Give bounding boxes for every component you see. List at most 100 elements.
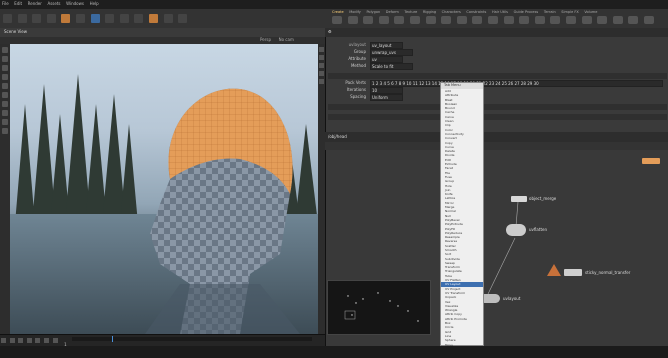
param-field-attribute[interactable]: uv (370, 56, 403, 63)
perspective-menu[interactable]: Persp (260, 37, 271, 42)
view-icon[interactable] (2, 110, 8, 116)
camera-menu[interactable]: No cam (279, 37, 294, 42)
tab-scene-view[interactable]: Scene View (4, 29, 27, 34)
timeline-scrubber[interactable] (72, 337, 312, 341)
view-tool-icon[interactable] (90, 14, 100, 23)
move-tool-icon[interactable] (17, 14, 27, 23)
shelf-tab-guide[interactable]: Guide Process (514, 10, 539, 14)
camera-icon[interactable] (597, 16, 608, 24)
move-icon[interactable] (2, 56, 8, 62)
font-icon[interactable] (519, 16, 530, 24)
lighting-icon[interactable] (319, 71, 324, 76)
snap-grid-icon[interactable] (105, 14, 115, 23)
tab-parameters[interactable]: ⚙ (328, 29, 332, 34)
path-icon[interactable] (487, 16, 498, 24)
scale-icon[interactable] (2, 74, 8, 80)
tube-icon[interactable] (363, 16, 374, 24)
snap-point-icon[interactable] (119, 14, 129, 23)
camera-tool-icon[interactable] (2, 119, 8, 125)
menu-assets[interactable]: Assets (47, 1, 60, 6)
sphere-icon[interactable] (347, 16, 358, 24)
3d-viewport[interactable] (10, 44, 318, 334)
step-forward-icon[interactable] (43, 338, 49, 343)
shelf-tab-terrain[interactable]: Terrain (544, 10, 556, 14)
circle-icon[interactable] (441, 16, 452, 24)
stop-icon[interactable] (26, 338, 32, 343)
curve-icon[interactable] (456, 16, 467, 24)
param-field-pack-verts[interactable]: 1 2 3 4 5 6 7 8 9 10 11 12 13 14 15 16 1… (370, 80, 663, 87)
select-tool-icon[interactable] (3, 14, 12, 23)
play-icon[interactable] (35, 338, 41, 343)
file-icon[interactable] (581, 16, 592, 24)
param-field-spacing[interactable]: Uniform (370, 94, 403, 101)
menu-help[interactable]: Help (90, 1, 99, 6)
scale-tool-icon[interactable] (46, 14, 56, 23)
node-sticky-normal[interactable] (564, 269, 582, 276)
shelf-tab-simple-fx[interactable]: Simple FX (561, 10, 578, 14)
display-options-icon[interactable] (319, 47, 324, 52)
torus-icon[interactable] (378, 16, 389, 24)
spray-paint-icon[interactable] (503, 16, 514, 24)
null-icon[interactable] (409, 16, 420, 24)
param-field-method[interactable]: Scale to fit (370, 63, 413, 70)
metaball-icon[interactable] (565, 16, 576, 24)
spot-light-icon[interactable] (643, 16, 654, 24)
shelf-tab-hair[interactable]: Hair Utils (492, 10, 508, 14)
shelf-tab-rigging[interactable]: Rigging (423, 10, 436, 14)
menu-edit[interactable]: Edit (14, 1, 22, 6)
draw-curve-icon[interactable] (472, 16, 483, 24)
tab-menu-dropdown[interactable]: Tab Menu Add Attribute Blast Boolean Bound Ca… (440, 82, 484, 347)
section-options[interactable] (328, 104, 667, 110)
node-object-merge[interactable] (511, 196, 527, 202)
grid-icon[interactable] (394, 16, 405, 24)
shelf-tab-polygon[interactable]: Polygon (366, 10, 380, 14)
shelf-tab-create[interactable]: Create (332, 10, 344, 14)
pose-tool-icon[interactable] (75, 14, 85, 23)
handle-tool-icon[interactable] (61, 14, 71, 23)
section-output[interactable] (328, 114, 667, 120)
menu-file[interactable]: File (2, 1, 9, 6)
background-icon[interactable] (319, 79, 324, 84)
shelf-tab-modify[interactable]: Modify (349, 10, 361, 14)
shelf-tab-texture[interactable]: Texture (404, 10, 417, 14)
head-model[interactable] (140, 84, 300, 334)
network-path[interactable]: /obj/head (328, 134, 347, 139)
node-output-flag[interactable] (642, 158, 660, 164)
brush-icon[interactable] (2, 92, 8, 98)
menu-render[interactable]: Render (28, 1, 42, 6)
section-pack[interactable] (328, 73, 667, 79)
rotate-tool-icon[interactable] (32, 14, 42, 23)
timeline-playhead[interactable] (112, 336, 113, 342)
render-icon[interactable] (148, 14, 158, 23)
snap-icon[interactable] (2, 128, 8, 134)
step-back-icon[interactable] (9, 338, 15, 343)
shelf-tab-characters[interactable]: Characters (442, 10, 461, 14)
shaded-icon[interactable] (319, 63, 324, 68)
node-uvflatten[interactable] (506, 224, 526, 236)
line-icon[interactable] (425, 16, 436, 24)
param-field-group[interactable]: unwrap_uvs (370, 49, 413, 56)
node-error-warning-icon[interactable] (547, 264, 561, 276)
node-name-field[interactable]: uv_layout (370, 42, 403, 49)
handle-icon[interactable] (2, 83, 8, 89)
light-icon[interactable] (612, 16, 623, 24)
wireframe-icon[interactable] (319, 55, 324, 60)
jump-end-icon[interactable] (52, 338, 58, 343)
rotate-icon[interactable] (2, 65, 8, 71)
snap-curve-icon[interactable] (134, 14, 144, 23)
select-icon[interactable] (2, 47, 8, 53)
tab-menu-item[interactable]: Torus (441, 343, 483, 347)
play-reverse-icon[interactable] (18, 338, 24, 343)
point-light-icon[interactable] (628, 16, 639, 24)
flipbook-icon[interactable] (163, 14, 173, 23)
param-field-iterations[interactable]: 10 (370, 87, 403, 94)
desktop-icon[interactable] (178, 14, 188, 23)
lasso-icon[interactable] (2, 101, 8, 107)
menu-windows[interactable]: Windows (66, 1, 84, 6)
box-icon[interactable] (332, 16, 342, 24)
l-system-icon[interactable] (550, 16, 561, 24)
jump-start-icon[interactable] (1, 338, 6, 343)
shelf-tab-constraints[interactable]: Constraints (466, 10, 486, 14)
platonic-icon[interactable] (534, 16, 545, 24)
shelf-tab-volume[interactable]: Volume (584, 10, 597, 14)
